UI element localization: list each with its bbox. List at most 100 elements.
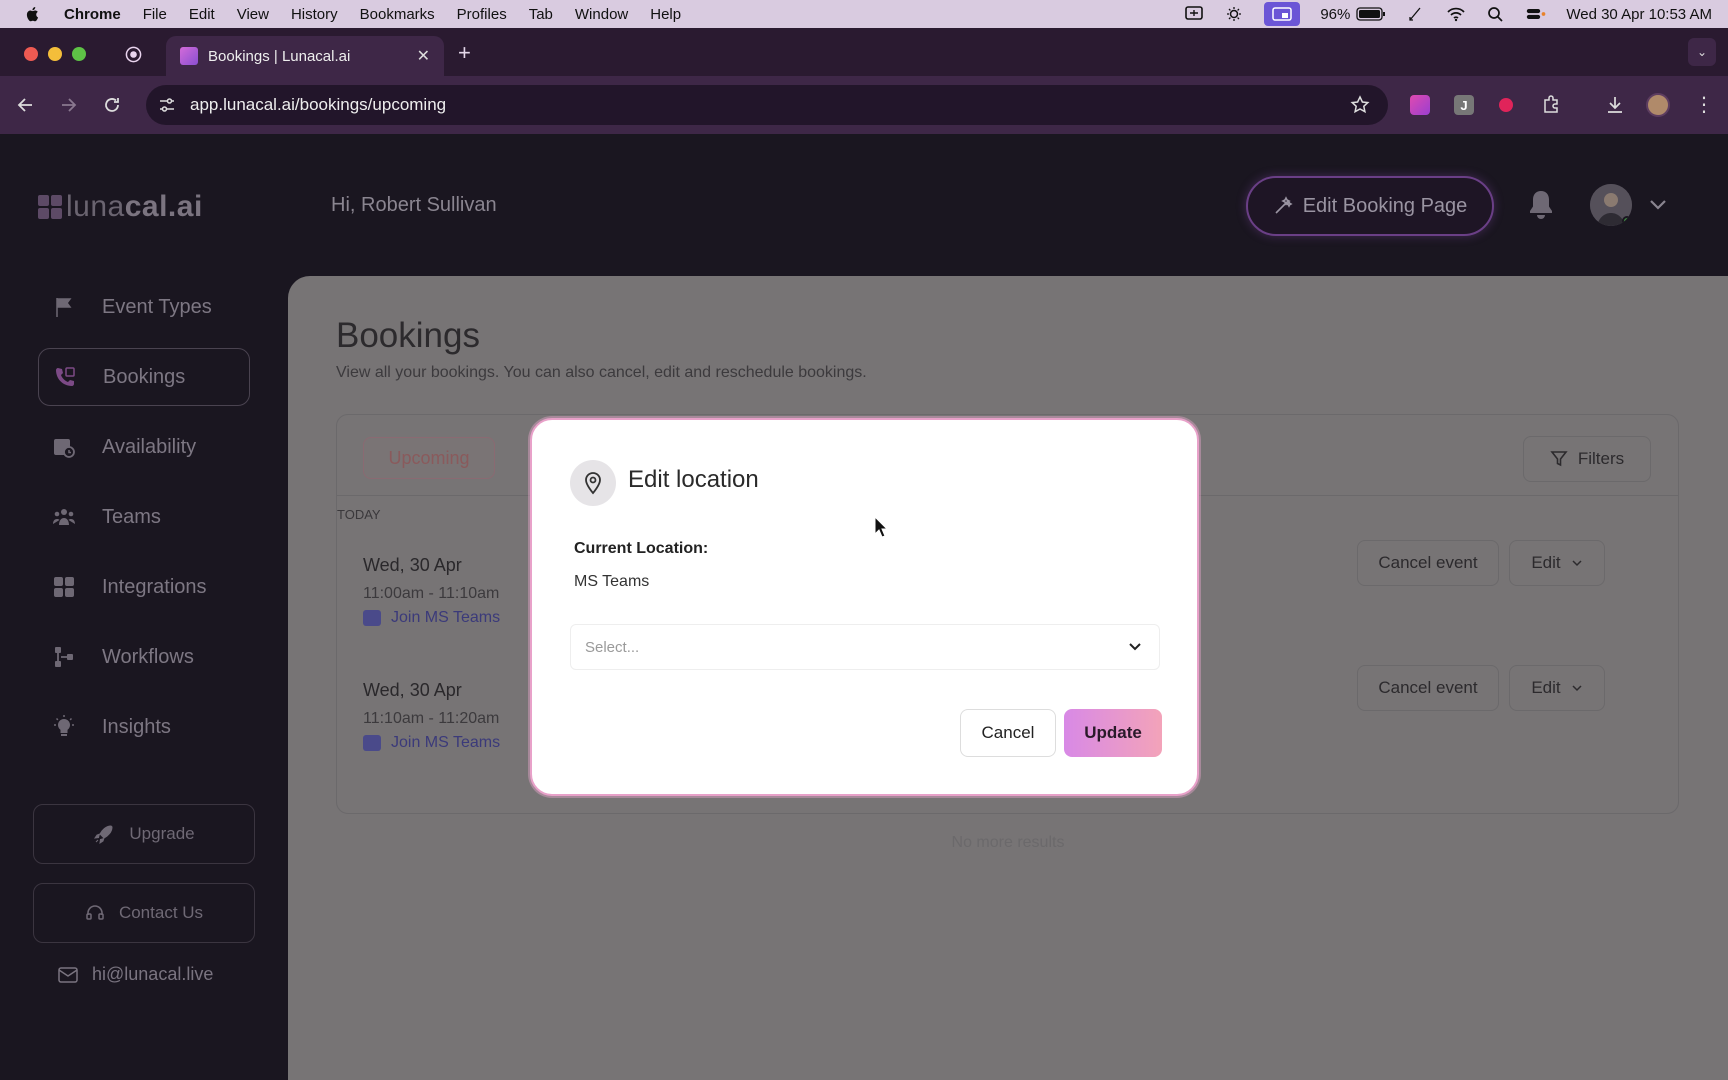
menu-help[interactable]: Help xyxy=(650,6,681,23)
sidebar-item-integrations[interactable]: Integrations xyxy=(38,558,250,616)
mail-icon xyxy=(58,966,78,983)
support-email-link[interactable]: hi@lunacal.live xyxy=(58,964,213,985)
menu-profiles[interactable]: Profiles xyxy=(457,6,507,23)
headset-icon xyxy=(86,905,104,920)
chevron-down-icon xyxy=(1129,643,1141,651)
brightness-icon[interactable] xyxy=(1224,6,1244,22)
apple-icon[interactable] xyxy=(24,5,42,23)
extension-j-icon[interactable]: J xyxy=(1454,95,1474,115)
menu-app-name[interactable]: Chrome xyxy=(64,6,121,23)
sidebar-item-label: Availability xyxy=(102,435,197,458)
menu-view[interactable]: View xyxy=(237,6,269,23)
user-avatar[interactable] xyxy=(1590,184,1632,226)
extensions-puzzle-icon[interactable] xyxy=(1541,94,1563,116)
tab-title: Bookings | Lunacal.ai xyxy=(208,47,351,65)
recording-icon[interactable] xyxy=(125,46,142,63)
join-ms-teams-link[interactable]: Join MS Teams xyxy=(363,609,500,627)
account-menu-chevron-icon[interactable] xyxy=(1648,196,1668,212)
tab-upcoming[interactable]: Upcoming xyxy=(363,437,495,479)
sidebar-item-teams[interactable]: Teams xyxy=(38,488,250,546)
battery-percent: 96% xyxy=(1320,5,1351,23)
booking-date: Wed, 30 Apr xyxy=(363,680,462,700)
lunacal-favicon-icon xyxy=(180,47,198,65)
menu-window[interactable]: Window xyxy=(575,6,628,23)
menu-history[interactable]: History xyxy=(291,6,338,23)
back-arrow-icon[interactable] xyxy=(16,95,36,115)
greeting: Hi, Robert Sullivan xyxy=(331,194,497,216)
sidebar-item-workflows[interactable]: Workflows xyxy=(38,628,250,686)
wifi-icon[interactable] xyxy=(1446,6,1466,22)
battery-status[interactable]: 96% xyxy=(1320,6,1386,23)
bookmark-star-icon[interactable] xyxy=(1350,95,1370,115)
pen-off-icon[interactable] xyxy=(1406,6,1426,22)
cancel-event-button[interactable]: Cancel event xyxy=(1357,540,1499,586)
control-center-icon[interactable] xyxy=(1526,6,1546,22)
sidebar-item-insights[interactable]: Insights xyxy=(38,698,250,756)
sidebar-item-availability[interactable]: Availability xyxy=(38,418,250,476)
booking-date: Wed, 30 Apr xyxy=(363,555,462,575)
edit-booking-button[interactable]: Edit xyxy=(1509,540,1605,586)
window-minimize-button[interactable] xyxy=(48,47,62,61)
lightbulb-icon xyxy=(54,715,74,736)
filters-label: Filters xyxy=(1577,449,1625,468)
upgrade-button[interactable]: Upgrade xyxy=(33,804,255,864)
grid-icon xyxy=(54,577,74,597)
sidebar-item-label: Event Types xyxy=(102,295,212,318)
window-zoom-button[interactable] xyxy=(72,47,86,61)
chrome-menu-icon[interactable]: ⋮ xyxy=(1694,92,1714,117)
reload-icon[interactable] xyxy=(102,95,122,115)
menu-tab[interactable]: Tab xyxy=(529,6,553,23)
filters-button[interactable]: Filters xyxy=(1523,436,1651,482)
lunacal-logo[interactable]: luna cal.ai xyxy=(38,190,203,224)
modal-cancel-button[interactable]: Cancel xyxy=(960,709,1056,757)
current-location-label: Current Location: xyxy=(574,540,709,557)
edit-booking-page-button[interactable]: Edit Booking Page xyxy=(1246,176,1494,236)
cancel-event-button[interactable]: Cancel event xyxy=(1357,665,1499,711)
edit-label: Edit xyxy=(1531,678,1561,697)
sidebar-item-label: Integrations xyxy=(102,575,207,598)
extension-record-icon[interactable] xyxy=(1499,98,1513,112)
contact-us-button[interactable]: Contact Us xyxy=(33,883,255,943)
edit-booking-button[interactable]: Edit xyxy=(1509,665,1605,711)
sidebar-item-label: Workflows xyxy=(102,645,194,668)
workflow-icon xyxy=(55,647,73,667)
profile-avatar-icon[interactable] xyxy=(1646,93,1670,117)
extension-pink-icon[interactable] xyxy=(1410,95,1430,115)
ms-teams-icon xyxy=(363,735,381,751)
edit-booking-page-label: Edit Booking Page xyxy=(1302,194,1468,217)
tab-search-chevron-icon[interactable]: ⌄ xyxy=(1688,38,1716,66)
window-close-button[interactable] xyxy=(24,47,38,61)
screen-mirror-icon[interactable] xyxy=(1184,6,1204,22)
menubar-datetime[interactable]: Wed 30 Apr 10:53 AM xyxy=(1566,6,1712,23)
new-tab-plus-icon[interactable]: + xyxy=(458,40,471,66)
join-label: Join MS Teams xyxy=(391,734,501,751)
browser-tab-active[interactable]: Bookings | Lunacal.ai ✕ xyxy=(166,36,444,76)
sidebar-item-label: Bookings xyxy=(103,365,186,388)
menu-file[interactable]: File xyxy=(143,6,167,23)
support-email: hi@lunacal.live xyxy=(92,964,214,984)
page-title: Bookings xyxy=(336,316,480,355)
forward-arrow-icon[interactable] xyxy=(58,95,78,115)
spotlight-search-icon[interactable] xyxy=(1486,6,1506,22)
site-info-icon[interactable] xyxy=(158,96,176,114)
join-ms-teams-link[interactable]: Join MS Teams xyxy=(363,734,500,752)
online-status-dot xyxy=(1622,216,1632,226)
edit-label: Edit xyxy=(1531,553,1561,572)
edit-location-modal: Edit location Current Location: MS Teams… xyxy=(530,418,1199,796)
address-bar[interactable]: app.lunacal.ai/bookings/upcoming xyxy=(146,85,1388,125)
rocket-icon xyxy=(94,825,113,845)
upgrade-label: Upgrade xyxy=(129,824,195,843)
menu-edit[interactable]: Edit xyxy=(189,6,215,23)
sidebar-item-bookings[interactable]: Bookings xyxy=(38,348,250,406)
tab-close-icon[interactable]: ✕ xyxy=(417,46,430,66)
notification-bell-icon[interactable] xyxy=(1526,188,1556,222)
screen-record-indicator-icon[interactable] xyxy=(1264,2,1301,26)
sidebar-item-event-types[interactable]: Event Types xyxy=(38,278,250,336)
users-icon xyxy=(53,509,75,525)
location-select[interactable]: Select... xyxy=(570,624,1160,670)
menu-bookmarks[interactable]: Bookmarks xyxy=(360,6,435,23)
url-text[interactable]: app.lunacal.ai/bookings/upcoming xyxy=(190,95,446,115)
download-icon[interactable] xyxy=(1604,94,1626,116)
modal-update-button[interactable]: Update xyxy=(1064,709,1162,757)
ms-teams-icon xyxy=(363,610,381,626)
